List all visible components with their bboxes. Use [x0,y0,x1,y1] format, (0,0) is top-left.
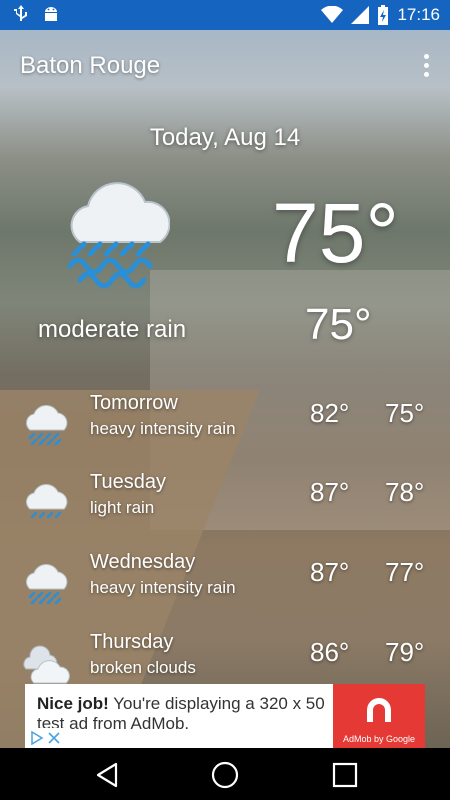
home-icon[interactable] [210,760,240,790]
battery-charging-icon [378,5,389,25]
admob-icon [367,698,391,722]
forecast-day: Tuesday [90,471,166,493]
ad-info-icon [31,731,44,745]
ad-text: Nice job! You're displaying a 320 x 50 t… [37,694,342,734]
overflow-menu-icon[interactable] [424,54,430,81]
ad-close-icon[interactable] [48,732,60,744]
back-icon[interactable] [92,760,122,790]
forecast-row[interactable]: Tuesday light rain 87° 78° [0,471,450,541]
rain-cloud-icon [67,182,170,289]
ad-headline: Nice job! [37,694,109,713]
status-time: 17:16 [397,5,440,24]
forecast-low: 75° [385,398,425,428]
forecast-description: light rain [90,498,155,517]
admob-logo: AdMob by Google [333,684,425,748]
wifi-icon [321,6,344,23]
city-title: Baton Rouge [20,52,161,79]
signal-icon [351,6,370,24]
rain-cloud-icon [26,404,68,446]
forecast-high: 87° [310,557,350,587]
forecast-row[interactable]: Tomorrow heavy intensity rain 82° 75° [0,392,450,462]
current-date: Today, Aug 14 [149,124,301,151]
current-temperature-small: 75° [305,300,372,349]
forecast-low: 79° [385,637,425,667]
ad-brand-caption: AdMob by Google [342,734,416,744]
forecast-day: Tomorrow [90,392,178,414]
forecast-description: broken clouds [90,658,196,677]
ad-choices-icon[interactable] [25,728,65,748]
rain-cloud-icon [26,483,68,519]
status-bar: 17:16 [0,0,450,30]
forecast-high: 87° [310,477,350,507]
current-temperature: 75° [272,186,400,280]
forecast-high: 86° [310,637,350,667]
forecast-day: Thursday [90,631,174,653]
forecast-low: 77° [385,557,425,587]
forecast-day: Wednesday [90,551,196,573]
app-bar: Baton Rouge [0,30,450,102]
forecast-high: 82° [310,398,350,428]
forecast-row[interactable]: Wednesday heavy intensity rain 87° 77° [0,551,450,621]
ad-banner[interactable]: Nice job! You're displaying a 320 x 50 t… [25,684,425,748]
usb-icon [14,5,27,21]
navigation-bar [0,748,450,800]
forecast-description: heavy intensity rain [90,419,236,438]
recents-icon[interactable] [330,760,360,790]
rain-cloud-icon [26,563,68,605]
android-icon [45,7,57,21]
forecast-description: heavy intensity rain [90,578,236,597]
forecast-low: 78° [385,477,425,507]
current-condition: moderate rain [38,316,187,343]
